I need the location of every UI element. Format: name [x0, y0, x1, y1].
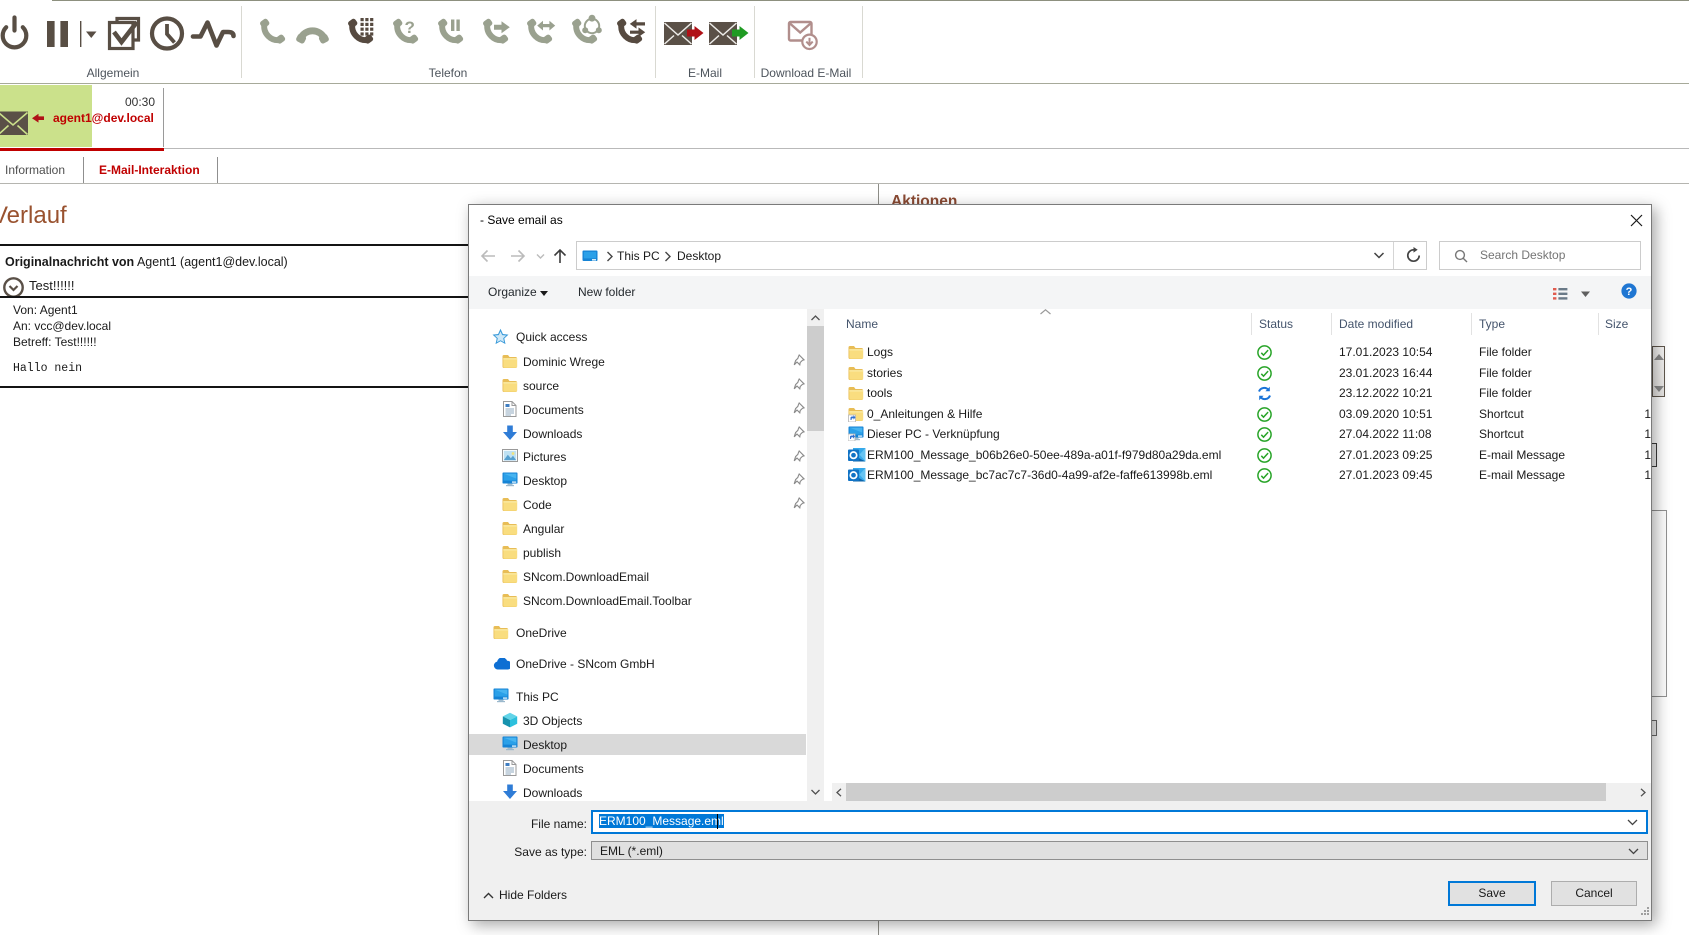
- svg-text:?: ?: [405, 18, 415, 37]
- svg-text:?: ?: [1626, 286, 1633, 298]
